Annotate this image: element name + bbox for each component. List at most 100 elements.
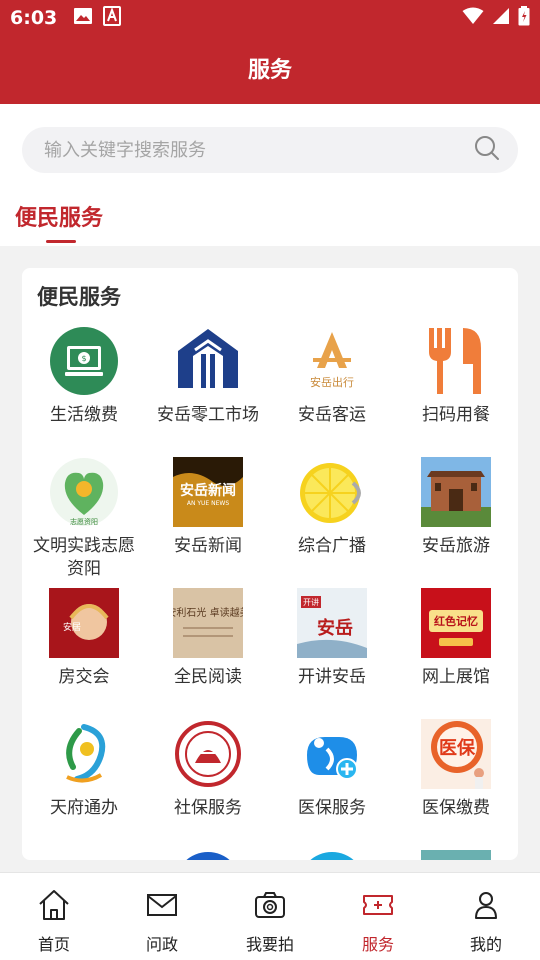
- font-notification-icon: [103, 6, 122, 30]
- svg-text:$: $: [81, 354, 86, 363]
- service-card: 便民服务 $ 生活缴费 安岳零工市场 安岳出行 安岳客运 扫码用餐 志愿资阳 文…: [22, 268, 518, 860]
- tab-active-indicator: [46, 240, 76, 243]
- medical-logo-text: 医保: [439, 737, 476, 759]
- nav-shoot[interactable]: 我要拍: [216, 873, 324, 960]
- tab-convenience-services[interactable]: 便民服务: [15, 200, 103, 232]
- bill-payment-icon: $: [49, 326, 119, 396]
- service-item[interactable]: 医保服务: [270, 719, 394, 850]
- fork-knife-icon: [421, 326, 491, 396]
- news-logo-text: 安岳新闻: [180, 482, 236, 499]
- mail-icon: [144, 887, 180, 923]
- status-bar: 6:03: [0, 0, 540, 36]
- nav-label: 我的: [469, 935, 502, 954]
- search-area: [0, 104, 540, 196]
- search-bar[interactable]: [22, 127, 518, 173]
- service-item[interactable]: [270, 850, 394, 860]
- signal-icon: [492, 7, 510, 29]
- service-item[interactable]: 安利石光 卓读越美 全民阅读: [146, 588, 270, 719]
- service-item[interactable]: 安居 房交会: [22, 588, 146, 719]
- house-fair-icon: 安居: [49, 588, 119, 658]
- service-label: 扫码用餐: [422, 405, 490, 425]
- service-label: 生活缴费: [50, 405, 118, 425]
- service-item[interactable]: 安岳新闻 AN YUE NEWS 安岳新闻: [146, 457, 270, 588]
- service-item[interactable]: [146, 850, 270, 860]
- anyue-transport-icon: 安岳出行: [297, 326, 367, 396]
- wifi-icon: [462, 7, 484, 29]
- nav-mine[interactable]: 我的: [432, 873, 540, 960]
- service-label: 综合广播: [298, 536, 366, 556]
- page-title: 服务: [247, 58, 292, 83]
- user-icon: [468, 887, 504, 923]
- nav-home[interactable]: 首页: [0, 873, 108, 960]
- service-item[interactable]: [394, 850, 518, 860]
- service-label: 医保缴费: [422, 798, 490, 818]
- volunteer-icon: 志愿资阳: [49, 457, 119, 527]
- service-label: 网上展馆: [422, 667, 490, 687]
- service-label: 安岳旅游: [422, 536, 490, 556]
- online-exhibition-icon: 红色记忆: [421, 588, 491, 658]
- nav-inquiry[interactable]: 问政: [108, 873, 216, 960]
- service-item[interactable]: $ 生活缴费: [22, 326, 146, 457]
- more-service-icon: [297, 850, 367, 860]
- service-item[interactable]: 红色记忆 网上展馆: [394, 588, 518, 719]
- service-label: 开讲安岳: [298, 667, 366, 687]
- tianfu-icon: [49, 719, 119, 789]
- nav-label: 我要拍: [245, 935, 294, 954]
- medical-payment-icon: 医保: [421, 719, 491, 789]
- service-item[interactable]: 医保 医保缴费: [394, 719, 518, 850]
- bottom-nav: 首页 问政 我要拍 服务 我的: [0, 872, 540, 960]
- service-label: 医保服务: [298, 798, 366, 818]
- app-header: 6:03 服务: [0, 0, 540, 104]
- more-service-icon: [49, 850, 119, 860]
- social-security-icon: [173, 719, 243, 789]
- service-item[interactable]: 开讲 安岳 开讲安岳: [270, 588, 394, 719]
- more-service-icon: [173, 850, 243, 860]
- home-icon: [36, 887, 72, 923]
- nav-service[interactable]: 服务: [324, 873, 432, 960]
- service-label: 安岳新闻: [174, 536, 242, 556]
- service-label: 文明实践志愿资阳: [33, 536, 135, 579]
- search-input[interactable]: [44, 139, 474, 161]
- service-item[interactable]: [22, 850, 146, 860]
- house-logo-text: 安居: [63, 621, 81, 633]
- service-item[interactable]: 社保服务: [146, 719, 270, 850]
- lecture-logo-text: 安岳: [317, 617, 353, 639]
- service-grid: $ 生活缴费 安岳零工市场 安岳出行 安岳客运 扫码用餐 志愿资阳 文明实践志愿…: [22, 326, 518, 860]
- service-label: 安岳客运: [298, 405, 366, 425]
- nav-label: 首页: [37, 935, 70, 954]
- labor-market-icon: [173, 326, 243, 396]
- service-label: 天府通办: [50, 798, 118, 818]
- lecture-icon: 开讲安岳: [297, 588, 367, 658]
- service-label: 社保服务: [174, 798, 242, 818]
- exhibition-logo-text: 红色记忆: [434, 614, 478, 628]
- ticket-service-icon: [360, 887, 396, 923]
- reading-logo-text: 安利石光 卓读越美: [173, 606, 243, 619]
- volunteer-logo-text: 志愿资阳: [70, 517, 98, 526]
- service-item[interactable]: 安岳出行 安岳客运: [270, 326, 394, 457]
- lecture-badge-text: 开讲: [303, 597, 319, 607]
- camera-icon: [252, 887, 288, 923]
- service-item[interactable]: 扫码用餐: [394, 326, 518, 457]
- service-item[interactable]: 志愿资阳 文明实践志愿资阳: [22, 457, 146, 588]
- service-label: 房交会: [58, 667, 110, 687]
- tourism-gate-icon: [421, 457, 491, 527]
- card-title: 便民服务: [37, 285, 121, 309]
- status-time: 6:03: [10, 7, 58, 29]
- anyue-news-icon: 安岳新闻 AN YUE NEWS: [173, 457, 243, 527]
- nav-label: 问政: [145, 935, 178, 954]
- search-icon[interactable]: [474, 135, 500, 165]
- battery-icon: [518, 6, 530, 30]
- category-tabs: 便民服务: [0, 196, 540, 246]
- gallery-notification-icon: [73, 7, 93, 29]
- nav-label: 服务: [361, 935, 394, 954]
- service-item[interactable]: 安岳零工市场: [146, 326, 270, 457]
- lemon-radio-icon: [297, 457, 367, 527]
- service-item[interactable]: 安岳旅游: [394, 457, 518, 588]
- transport-logo-text: 安岳出行: [310, 375, 354, 389]
- service-item[interactable]: 天府通办: [22, 719, 146, 850]
- service-item[interactable]: 综合广播: [270, 457, 394, 588]
- reading-icon: 安利石光 卓读越美: [173, 588, 243, 658]
- medical-insurance-icon: [297, 719, 367, 789]
- service-label: 全民阅读: [174, 667, 242, 687]
- service-label: 安岳零工市场: [157, 405, 259, 425]
